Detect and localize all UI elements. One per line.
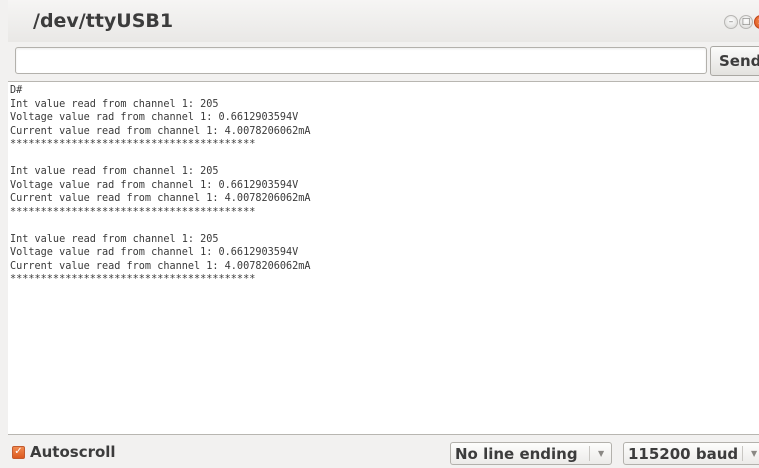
autoscroll-checkbox[interactable]: ✓ Autoscroll: [12, 443, 116, 461]
dropdown-divider: [742, 446, 743, 461]
console-line: Current value read from channel 1: 4.007…: [10, 260, 311, 272]
status-bar: ✓ Autoscroll No line ending ▼ 115200 bau…: [8, 437, 759, 468]
title-bar: /dev/ttyUSB1 – □ ×: [8, 0, 759, 42]
console-line: Current value read from channel 1: 4.007…: [10, 193, 311, 204]
serial-monitor-window: /dev/ttyUSB1 – □ × Send D# Int value rea…: [8, 0, 759, 468]
minimize-icon[interactable]: –: [724, 15, 738, 29]
send-button[interactable]: Send: [710, 46, 759, 76]
console-line: Current value read from channel 1: 4.007…: [10, 125, 311, 137]
console-line: ****************************************: [10, 139, 256, 150]
console-line: Voltage value rad from channel 1: 0.6612…: [10, 247, 299, 258]
console-line: ****************************************: [10, 274, 256, 285]
maximize-icon[interactable]: □: [739, 15, 753, 29]
console-line: Voltage value rad from channel 1: 0.6612…: [10, 179, 299, 191]
chevron-down-icon: ▼: [598, 449, 605, 458]
line-ending-value: No line ending: [455, 444, 578, 463]
baud-rate-value: 115200 baud: [628, 444, 739, 463]
autoscroll-label: Autoscroll: [30, 443, 116, 461]
serial-output-text: D# Int value read from channel 1: 205 Vo…: [8, 82, 759, 287]
console-line: Int value read from channel 1: 205: [10, 98, 219, 110]
console-line: D#: [10, 85, 23, 96]
send-row: Send: [8, 45, 759, 81]
serial-input[interactable]: [15, 47, 707, 74]
console-line: ****************************************: [10, 206, 256, 218]
window-title: /dev/ttyUSB1: [33, 10, 174, 32]
line-ending-dropdown[interactable]: No line ending ▼: [450, 442, 612, 465]
chevron-down-icon: ▼: [751, 449, 758, 458]
baud-rate-dropdown[interactable]: 115200 baud ▼: [623, 442, 759, 465]
serial-output[interactable]: D# Int value read from channel 1: 205 Vo…: [8, 81, 759, 435]
close-icon[interactable]: ×: [754, 15, 759, 29]
console-line: Voltage value rad from channel 1: 0.6612…: [10, 112, 299, 123]
console-line: Int value read from channel 1: 205: [10, 166, 219, 177]
console-line: Int value read from channel 1: 205: [10, 233, 219, 245]
dropdown-divider: [589, 446, 590, 461]
checkmark-icon: ✓: [12, 445, 25, 459]
